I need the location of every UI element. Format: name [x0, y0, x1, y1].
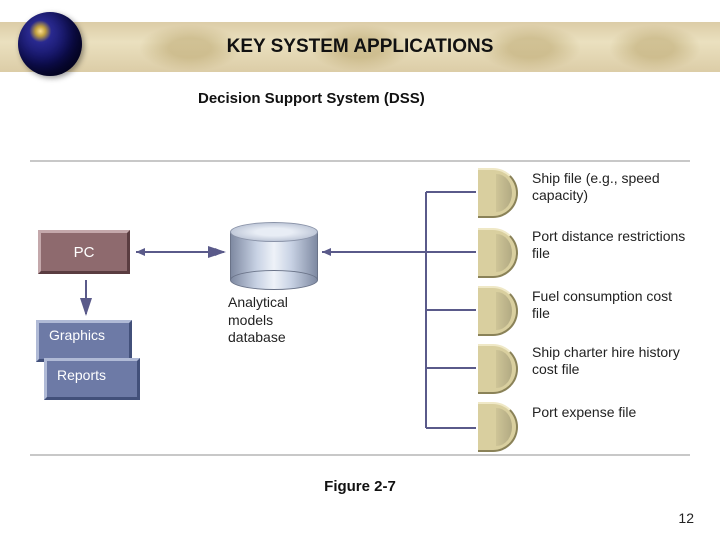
file-label: Fuel consumption cost file	[532, 288, 690, 322]
file-label: Port expense file	[532, 404, 690, 421]
page-number: 12	[678, 510, 694, 526]
file-label: Ship charter hire history cost file	[532, 344, 690, 378]
graphics-node: Graphics	[36, 320, 132, 362]
reports-label: Reports	[57, 367, 106, 383]
graphics-label: Graphics	[49, 327, 105, 343]
slide-subtitle: Decision Support System (DSS)	[198, 90, 425, 107]
file-label: Ship file (e.g., speed capacity)	[532, 170, 690, 204]
slide-title: KEY SYSTEM APPLICATIONS	[0, 36, 720, 58]
pc-node: PC	[38, 230, 130, 274]
reports-node: Reports	[44, 358, 140, 400]
database-cylinder-icon	[230, 222, 318, 286]
pc-label: PC	[74, 244, 95, 261]
file-label: Port distance restrictions file	[532, 228, 690, 262]
figure-area: PC Graphics Reports Analytical models da…	[30, 160, 690, 456]
figure-caption: Figure 2-7	[0, 478, 720, 495]
database-label: Analytical models database	[228, 294, 328, 347]
